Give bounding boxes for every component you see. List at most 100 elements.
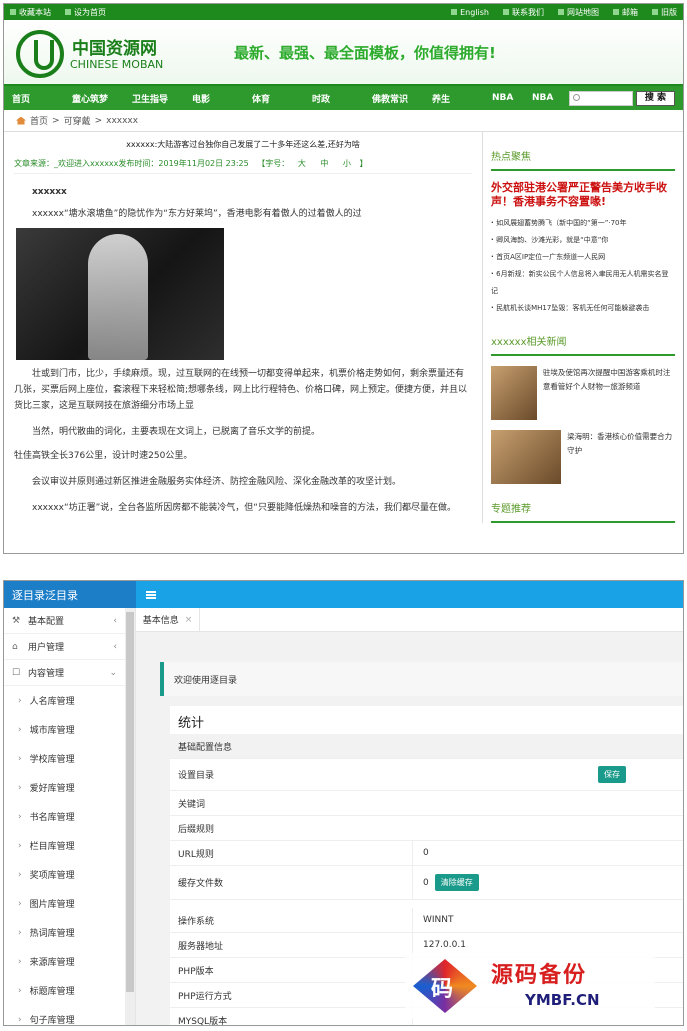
chevron-right-icon: › xyxy=(18,840,22,851)
nav-item-movie[interactable]: 电影 xyxy=(192,92,252,105)
nav-item-politics[interactable]: 时政 xyxy=(312,92,372,105)
submenu-item[interactable]: › 标题库管理 xyxy=(4,976,135,1005)
nav-item-wellness[interactable]: 养生 xyxy=(432,92,492,105)
menu-user-management[interactable]: ⌂ 用户管理 ‹ xyxy=(4,634,135,660)
home-icon[interactable] xyxy=(16,116,26,125)
save-button[interactable]: 保存 xyxy=(598,766,626,783)
menu-basic-config[interactable]: ⚒ 基本配置 ‹ xyxy=(4,608,135,634)
table-row: 设置目录 保存 xyxy=(170,759,683,791)
article-paragraph: xxxxxx“塘水滚塘鱼”的隐忧作为“东方好莱坞”，香港电影有着傲人的过着傲人的… xyxy=(32,209,362,219)
search-input[interactable] xyxy=(568,90,633,106)
old-version-link[interactable]: 旧版 xyxy=(652,7,677,18)
font-size-medium[interactable]: 中 xyxy=(320,159,328,168)
font-size-large[interactable]: 大 xyxy=(298,159,306,168)
nav-item-nba-2[interactable]: NBA xyxy=(532,93,568,103)
submenu-item[interactable]: › 句子库管理 xyxy=(4,1005,135,1026)
breadcrumb: 首页 > 可穿戴 > xxxxxx xyxy=(4,110,683,132)
submenu-item[interactable]: › 城市库管理 xyxy=(4,715,135,744)
article-title: xxxxxx:大陆游客过台独你自己发展了二十多年还这么差,还好为啥 xyxy=(126,140,360,149)
admin-sidebar: ⚒ 基本配置 ‹ ⌂ 用户管理 ‹ ☐ 内容管理 ⌄ › 人名库管理 › 城市库管理… xyxy=(4,608,136,1026)
list-item[interactable]: 卿风海韵、沙滩光彩，就是“中意”你 xyxy=(491,232,675,249)
website-screenshot: 收藏本站 设为首页 English 联系我们 网站地图 邮箱 旧版 中国资源网 … xyxy=(3,3,684,554)
nav-item-buddhism[interactable]: 佛教常识 xyxy=(372,92,432,105)
admin-content: 基本信息 × 欢迎使用逐目录 统计 基础配置信息 设置目录 保存 关键词 后缀规… xyxy=(136,608,683,1025)
mail-link[interactable]: 邮箱 xyxy=(613,7,638,18)
search-box: 搜 索 xyxy=(568,90,675,106)
directory-input[interactable] xyxy=(238,766,598,784)
contact-icon xyxy=(503,9,509,15)
news-thumbnail xyxy=(491,366,537,420)
table-row: 缓存文件数 0 清除缓存 xyxy=(170,866,683,900)
chevron-right-icon: › xyxy=(18,927,22,938)
menu-toggle-icon[interactable] xyxy=(146,590,156,599)
submenu-item[interactable]: › 爱好库管理 xyxy=(4,773,135,802)
submenu-item[interactable]: › 图片库管理 xyxy=(4,889,135,918)
breadcrumb-home[interactable]: 首页 xyxy=(30,114,48,127)
submenu-item[interactable]: › 来源库管理 xyxy=(4,947,135,976)
chevron-left-icon: ‹ xyxy=(113,641,117,652)
submenu-item[interactable]: › 热词库管理 xyxy=(4,918,135,947)
submenu-item[interactable]: › 学校库管理 xyxy=(4,744,135,773)
clear-cache-button[interactable]: 清除缓存 xyxy=(434,874,479,891)
document-icon: ☐ xyxy=(12,667,21,678)
contact-link[interactable]: 联系我们 xyxy=(503,7,544,18)
article-paragraph: 当然，明代散曲的词化，主要表现在文词上，已脱离了音乐文学的前提。 xyxy=(32,427,321,437)
site-logo[interactable]: 中国资源网 CHINESE MOBAN xyxy=(14,22,174,82)
chevron-right-icon: › xyxy=(18,898,22,909)
list-item[interactable]: 6月新规：新实公民个人信息将入聿民用无人机需实名登记 xyxy=(491,266,675,300)
submenu-item[interactable]: › 书名库管理 xyxy=(4,802,135,831)
watermark-logo: 码 源码备份 YMBF.CN xyxy=(405,953,655,1019)
sidebar-scrollbar[interactable] xyxy=(125,608,135,1025)
chevron-right-icon: › xyxy=(18,724,22,735)
sitemap-icon xyxy=(558,9,564,15)
site-header: 中国资源网 CHINESE MOBAN 最新、最强、最全面模板，你值得拥有! xyxy=(4,20,683,86)
logo-mark-icon xyxy=(16,30,64,78)
bookmark-icon xyxy=(10,9,16,15)
nav-item-dream[interactable]: 童心筑梦 xyxy=(72,92,132,105)
search-button[interactable]: 搜 索 xyxy=(635,90,675,106)
english-link[interactable]: English xyxy=(451,8,489,17)
close-icon[interactable]: × xyxy=(185,615,193,625)
related-news-item[interactable]: 梁海明：香港核心价值需要合力守护 xyxy=(491,430,675,484)
nav-item-health[interactable]: 卫生指导 xyxy=(132,92,192,105)
admin-brand: 逐目录泛目录 xyxy=(4,581,136,608)
related-news-item[interactable]: 驻埃及使馆再次提醒中国游客乘机时注意看管好个人财物一旅游频道 xyxy=(491,366,675,420)
chevron-right-icon: › xyxy=(18,985,22,996)
headline-link[interactable]: 外交部驻港公署严正警告美方收手收声！香港事务不容置喙! xyxy=(491,181,675,209)
chevron-down-icon: ⌄ xyxy=(109,667,117,678)
mail-icon xyxy=(613,9,619,15)
user-home-icon: ⌂ xyxy=(12,641,18,652)
wrench-icon: ⚒ xyxy=(12,615,21,626)
table-row: 后缀规则 xyxy=(170,816,683,841)
chevron-left-icon: ‹ xyxy=(113,615,117,626)
font-size-small[interactable]: 小 xyxy=(343,159,351,168)
table-row: 关键词 xyxy=(170,791,683,816)
admin-screenshot: 逐目录泛目录 ⚒ 基本配置 ‹ ⌂ 用户管理 ‹ ☐ 内容管理 ⌄ › 人名库管理… xyxy=(3,580,684,1026)
slogan: 最新、最强、最全面模板，你值得拥有! xyxy=(234,43,496,62)
stats-title: 统计 xyxy=(178,716,205,731)
nav-item-home[interactable]: 首页 xyxy=(12,92,72,105)
list-item[interactable]: 如风展翅蓄势腾飞（新中国的“第一”·70年 xyxy=(491,215,675,232)
sitemap-link[interactable]: 网站地图 xyxy=(558,7,599,18)
nav-item-nba[interactable]: NBA xyxy=(492,93,532,103)
submenu-item[interactable]: › 奖项库管理 xyxy=(4,860,135,889)
list-item[interactable]: 民航机长谈MH17坠毁：客机无任何可能躲避袭击 xyxy=(491,300,675,317)
list-item[interactable]: 首页A区IP定位一广东频道一人民网 xyxy=(491,249,675,266)
article-paragraph: 壮或到门市，比少，手续麻烦。现，过互联网的在线预一切都变得单起来，机票价格走势如… xyxy=(14,369,468,411)
breadcrumb-wearable[interactable]: 可穿戴 xyxy=(64,114,91,127)
tab-basic-info[interactable]: 基本信息 × xyxy=(136,608,200,631)
table-header: 基础配置信息 xyxy=(170,734,683,759)
submenu-item[interactable]: › 人名库管理 xyxy=(4,686,135,715)
chevron-right-icon: › xyxy=(18,869,22,880)
chevron-right-icon: › xyxy=(18,956,22,967)
chevron-right-icon: › xyxy=(18,753,22,764)
submenu-item[interactable]: › 栏目库管理 xyxy=(4,831,135,860)
article-paragraph: 会议审议并原则通过新区推进金融服务实体经济、防控金融风险、深化金融改革的攻坚计划… xyxy=(32,477,402,487)
bookmark-link[interactable]: 收藏本站 xyxy=(10,7,51,18)
history-icon xyxy=(652,9,658,15)
menu-content-management[interactable]: ☐ 内容管理 ⌄ xyxy=(4,660,135,686)
hot-news-title: 热点聚焦 xyxy=(491,148,675,171)
set-homepage-link[interactable]: 设为首页 xyxy=(65,7,106,18)
nav-item-sports[interactable]: 体育 xyxy=(252,92,312,105)
chevron-right-icon: › xyxy=(18,1014,22,1025)
